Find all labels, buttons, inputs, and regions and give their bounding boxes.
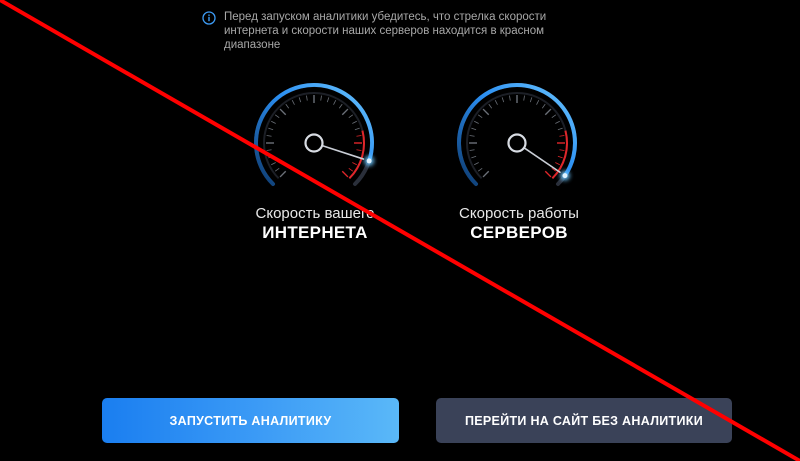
- gauge-tick: [482, 170, 490, 178]
- gauge-tick: [333, 100, 337, 105]
- internet-caption-line2: ИНТЕРНЕТА: [262, 223, 368, 242]
- skip-analytics-button[interactable]: ПЕРЕЙТИ НА САЙТ БЕЗ АНАЛИТИКИ: [436, 398, 732, 443]
- gauge-tick: [341, 170, 349, 178]
- gauge-needle: [321, 144, 365, 160]
- gauge-tick: [555, 120, 560, 124]
- gauge-tick: [348, 167, 354, 172]
- internet-speed-gauge: [249, 80, 379, 190]
- gauge-tick: [557, 127, 563, 131]
- gauge-tick: [356, 135, 362, 137]
- internet-caption-line1: Скорость вашего: [255, 205, 375, 222]
- server-speed-gauge: [452, 80, 582, 190]
- gauge-tick: [469, 135, 475, 137]
- gauge-tick: [523, 95, 525, 101]
- gauge-tick: [501, 97, 505, 103]
- gauge-tick: [477, 114, 483, 119]
- gauge-tick: [320, 95, 322, 101]
- gauge-tick: [266, 135, 272, 137]
- gauge-tick: [471, 127, 477, 131]
- gauge-tick: [551, 114, 557, 119]
- gauge-tick: [529, 97, 533, 103]
- internet-gauge-dial: [254, 83, 375, 187]
- servers-gauge-caption: Скорость работы СЕРВЕРОВ: [419, 205, 619, 244]
- gauge-tick: [279, 170, 287, 178]
- servers-gauge-dial: [457, 83, 577, 187]
- gauge-tick: [477, 167, 483, 172]
- gauge-tick: [271, 162, 276, 166]
- analytics-screen: Перед запуском аналитики убедитесь, что …: [0, 0, 800, 461]
- gauge-tick: [352, 162, 357, 166]
- gauge-tick: [341, 108, 349, 116]
- internet-gauge-caption: Скорость вашего ИНТЕРНЕТА: [215, 205, 415, 244]
- gauge-tick: [544, 170, 552, 178]
- gauge-indicator-dot: [366, 158, 372, 164]
- gauge-tick: [544, 108, 552, 116]
- speed-notice: Перед запуском аналитики убедитесь, что …: [202, 10, 582, 52]
- gauge-tick: [469, 149, 475, 151]
- gauge-tick: [559, 149, 565, 151]
- gauge-tick: [488, 103, 493, 109]
- gauge-tick: [279, 108, 287, 116]
- gauge-tick: [474, 162, 479, 166]
- info-icon: [202, 11, 216, 25]
- gauge-tick: [271, 120, 276, 124]
- start-analytics-button[interactable]: ЗАПУСТИТЬ АНАЛИТИКУ: [102, 398, 399, 443]
- gauge-tick: [274, 114, 280, 119]
- gauge-tick: [306, 95, 308, 101]
- gauge-tick: [291, 100, 295, 105]
- gauge-tick: [356, 149, 362, 151]
- gauge-tick: [541, 103, 546, 109]
- gauge-tick: [285, 103, 290, 109]
- gauge-tick: [474, 120, 479, 124]
- gauge-tick: [536, 100, 540, 105]
- gauge-needle: [523, 147, 561, 174]
- gauge-hub: [304, 133, 324, 153]
- gauge-tick: [509, 95, 511, 101]
- gauge-tick: [268, 155, 274, 159]
- gauge-tick: [555, 162, 560, 166]
- gauge-indicator-dot: [562, 173, 568, 179]
- gauge-tick: [348, 114, 354, 119]
- notice-text: Перед запуском аналитики убедитесь, что …: [224, 11, 547, 51]
- gauge-tick: [268, 127, 274, 131]
- gauge-tick: [557, 155, 563, 159]
- gauge-hub: [507, 133, 527, 153]
- servers-caption-line2: СЕРВЕРОВ: [470, 223, 568, 242]
- servers-caption-line1: Скорость работы: [459, 205, 579, 222]
- gauge-tick: [352, 120, 357, 124]
- gauge-tick: [274, 167, 280, 172]
- gauge-tick: [298, 97, 302, 103]
- gauge-tick: [559, 135, 565, 137]
- gauge-tick: [482, 108, 490, 116]
- gauge-tick: [326, 97, 330, 103]
- gauge-tick: [266, 149, 272, 151]
- gauge-tick: [471, 155, 477, 159]
- gauge-tick: [354, 127, 360, 131]
- gauge-tick: [494, 100, 498, 105]
- gauge-tick: [338, 103, 343, 109]
